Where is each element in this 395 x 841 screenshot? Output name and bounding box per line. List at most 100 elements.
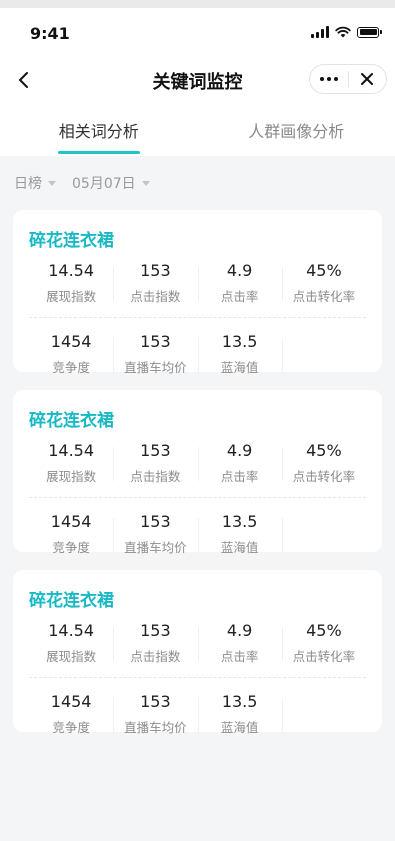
tab-audience-profile[interactable]: 人群画像分析 (198, 104, 395, 156)
caret-down-icon (48, 180, 56, 186)
metric-value: 153 (140, 621, 171, 640)
metric-value: 45% (306, 441, 342, 460)
keyword-card[interactable]: 碎花连衣裙 14.54 展现指数 153 点击指数 4.9 点击率 45% 点击… (13, 570, 382, 735)
more-dots-icon (319, 77, 338, 81)
tab-bar: 相关词分析 人群画像分析 (0, 104, 395, 156)
cellular-signal-icon (311, 26, 329, 38)
metric-label: 点击率 (220, 289, 259, 304)
metric-value: 14.54 (48, 441, 95, 460)
metric-value: 153 (140, 441, 171, 460)
metric-avg-price: 153 直播车均价 (113, 512, 197, 556)
metric-value: 153 (140, 512, 171, 531)
metric-click-rate: 4.9 点击率 (197, 261, 282, 305)
metric-label: 直播车均价 (124, 720, 187, 735)
metric-row: 1454 竞争度 153 直播车均价 13.5 蓝海值 (29, 512, 366, 556)
metric-empty (281, 512, 366, 556)
dashed-divider (29, 677, 366, 678)
metric-competition: 1454 竞争度 (29, 692, 113, 736)
metric-value: 4.9 (226, 621, 253, 640)
date-value: 05月07日 (72, 176, 136, 192)
top-strip (0, 0, 395, 8)
metric-value: 4.9 (226, 441, 253, 460)
date-dropdown[interactable]: 05月07日 (72, 173, 150, 193)
metric-blue-ocean: 13.5 蓝海值 (197, 512, 282, 556)
metric-avg-price: 153 直播车均价 (113, 692, 197, 736)
keyword-card[interactable]: 碎花连衣裙 14.54 展现指数 153 点击指数 4.9 点击率 45% 点击… (13, 390, 382, 555)
metric-conversion-rate: 45% 点击转化率 (281, 621, 366, 665)
metric-value: 14.54 (48, 261, 95, 280)
metric-row: 1454 竞争度 153 直播车均价 13.5 蓝海值 (29, 332, 366, 376)
metric-competition: 1454 竞争度 (29, 512, 113, 556)
more-button[interactable] (310, 65, 348, 93)
mini-program-capsule (309, 64, 387, 94)
metric-label: 点击率 (220, 469, 259, 484)
metric-value: 153 (140, 692, 171, 711)
metric-value: 153 (140, 332, 171, 351)
metric-value: 153 (140, 261, 171, 280)
metric-impression-index: 14.54 展现指数 (29, 261, 113, 305)
metric-label: 蓝海值 (220, 360, 259, 375)
metric-row: 14.54 展现指数 153 点击指数 4.9 点击率 45% 点击转化率 (29, 261, 366, 305)
metric-empty (281, 692, 366, 736)
metric-click-index: 153 点击指数 (113, 441, 197, 485)
keyword-card-list: 碎花连衣裙 14.54 展现指数 153 点击指数 4.9 点击率 45% 点击… (0, 210, 395, 735)
metric-row: 1454 竞争度 153 直播车均价 13.5 蓝海值 (29, 692, 366, 736)
battery-icon (357, 26, 382, 38)
metric-label: 点击指数 (130, 649, 181, 664)
metric-value: 1454 (50, 332, 92, 351)
metric-label: 直播车均价 (124, 360, 187, 375)
metric-value: 13.5 (221, 692, 258, 711)
tab-label: 人群画像分析 (248, 122, 345, 141)
metric-label: 点击转化率 (292, 469, 356, 484)
metric-label: 蓝海值 (220, 540, 259, 555)
metric-click-rate: 4.9 点击率 (197, 621, 282, 665)
metric-row: 14.54 展现指数 153 点击指数 4.9 点击率 45% 点击转化率 (29, 441, 366, 485)
metric-label: 展现指数 (46, 469, 97, 484)
metric-label: 竞争度 (52, 540, 90, 555)
keyword-title[interactable]: 碎花连衣裙 (29, 586, 366, 611)
period-dropdown[interactable]: 日榜 (14, 173, 56, 193)
metric-label: 点击指数 (130, 289, 181, 304)
metric-label: 点击转化率 (292, 649, 356, 664)
metric-value: 13.5 (221, 332, 258, 351)
close-button[interactable] (349, 65, 387, 93)
filter-row: 日榜 05月07日 (0, 156, 395, 210)
keyword-card[interactable]: 碎花连衣裙 14.54 展现指数 153 点击指数 4.9 点击率 45% 点击… (13, 210, 382, 375)
dashed-divider (29, 497, 366, 498)
status-bar: 9:41 (0, 8, 395, 56)
metric-click-index: 153 点击指数 (113, 621, 197, 665)
status-time: 9:41 (30, 24, 70, 43)
metric-click-index: 153 点击指数 (113, 261, 197, 305)
metric-label: 点击转化率 (292, 289, 356, 304)
metric-value: 4.9 (226, 261, 253, 280)
navigation-bar: 关键词监控 (0, 56, 395, 104)
metric-value: 13.5 (221, 512, 258, 531)
caret-down-icon (141, 180, 150, 186)
metric-impression-index: 14.54 展现指数 (29, 621, 113, 665)
metric-label: 竞争度 (52, 360, 90, 375)
metric-blue-ocean: 13.5 蓝海值 (197, 332, 282, 376)
keyword-title[interactable]: 碎花连衣裙 (29, 406, 366, 431)
metric-label: 点击指数 (130, 469, 181, 484)
metric-row: 14.54 展现指数 153 点击指数 4.9 点击率 45% 点击转化率 (29, 621, 366, 665)
metric-label: 直播车均价 (124, 540, 187, 555)
metric-value: 45% (306, 261, 342, 280)
tab-label: 相关词分析 (58, 122, 139, 141)
metric-empty (281, 332, 366, 376)
metric-label: 点击率 (220, 649, 259, 664)
metric-value: 1454 (50, 512, 92, 531)
metric-value: 45% (306, 621, 342, 640)
metric-impression-index: 14.54 展现指数 (29, 441, 113, 485)
metric-label: 展现指数 (46, 649, 97, 664)
metric-click-rate: 4.9 点击率 (197, 441, 282, 485)
metric-value: 14.54 (48, 621, 95, 640)
active-tab-indicator (57, 151, 140, 154)
status-icons (311, 26, 382, 38)
metric-label: 蓝海值 (220, 720, 259, 735)
tab-related-words[interactable]: 相关词分析 (0, 104, 198, 156)
metric-avg-price: 153 直播车均价 (113, 332, 197, 376)
metric-conversion-rate: 45% 点击转化率 (281, 261, 366, 305)
keyword-title[interactable]: 碎花连衣裙 (29, 226, 366, 251)
wifi-icon (335, 26, 351, 38)
metric-label: 展现指数 (46, 289, 97, 304)
